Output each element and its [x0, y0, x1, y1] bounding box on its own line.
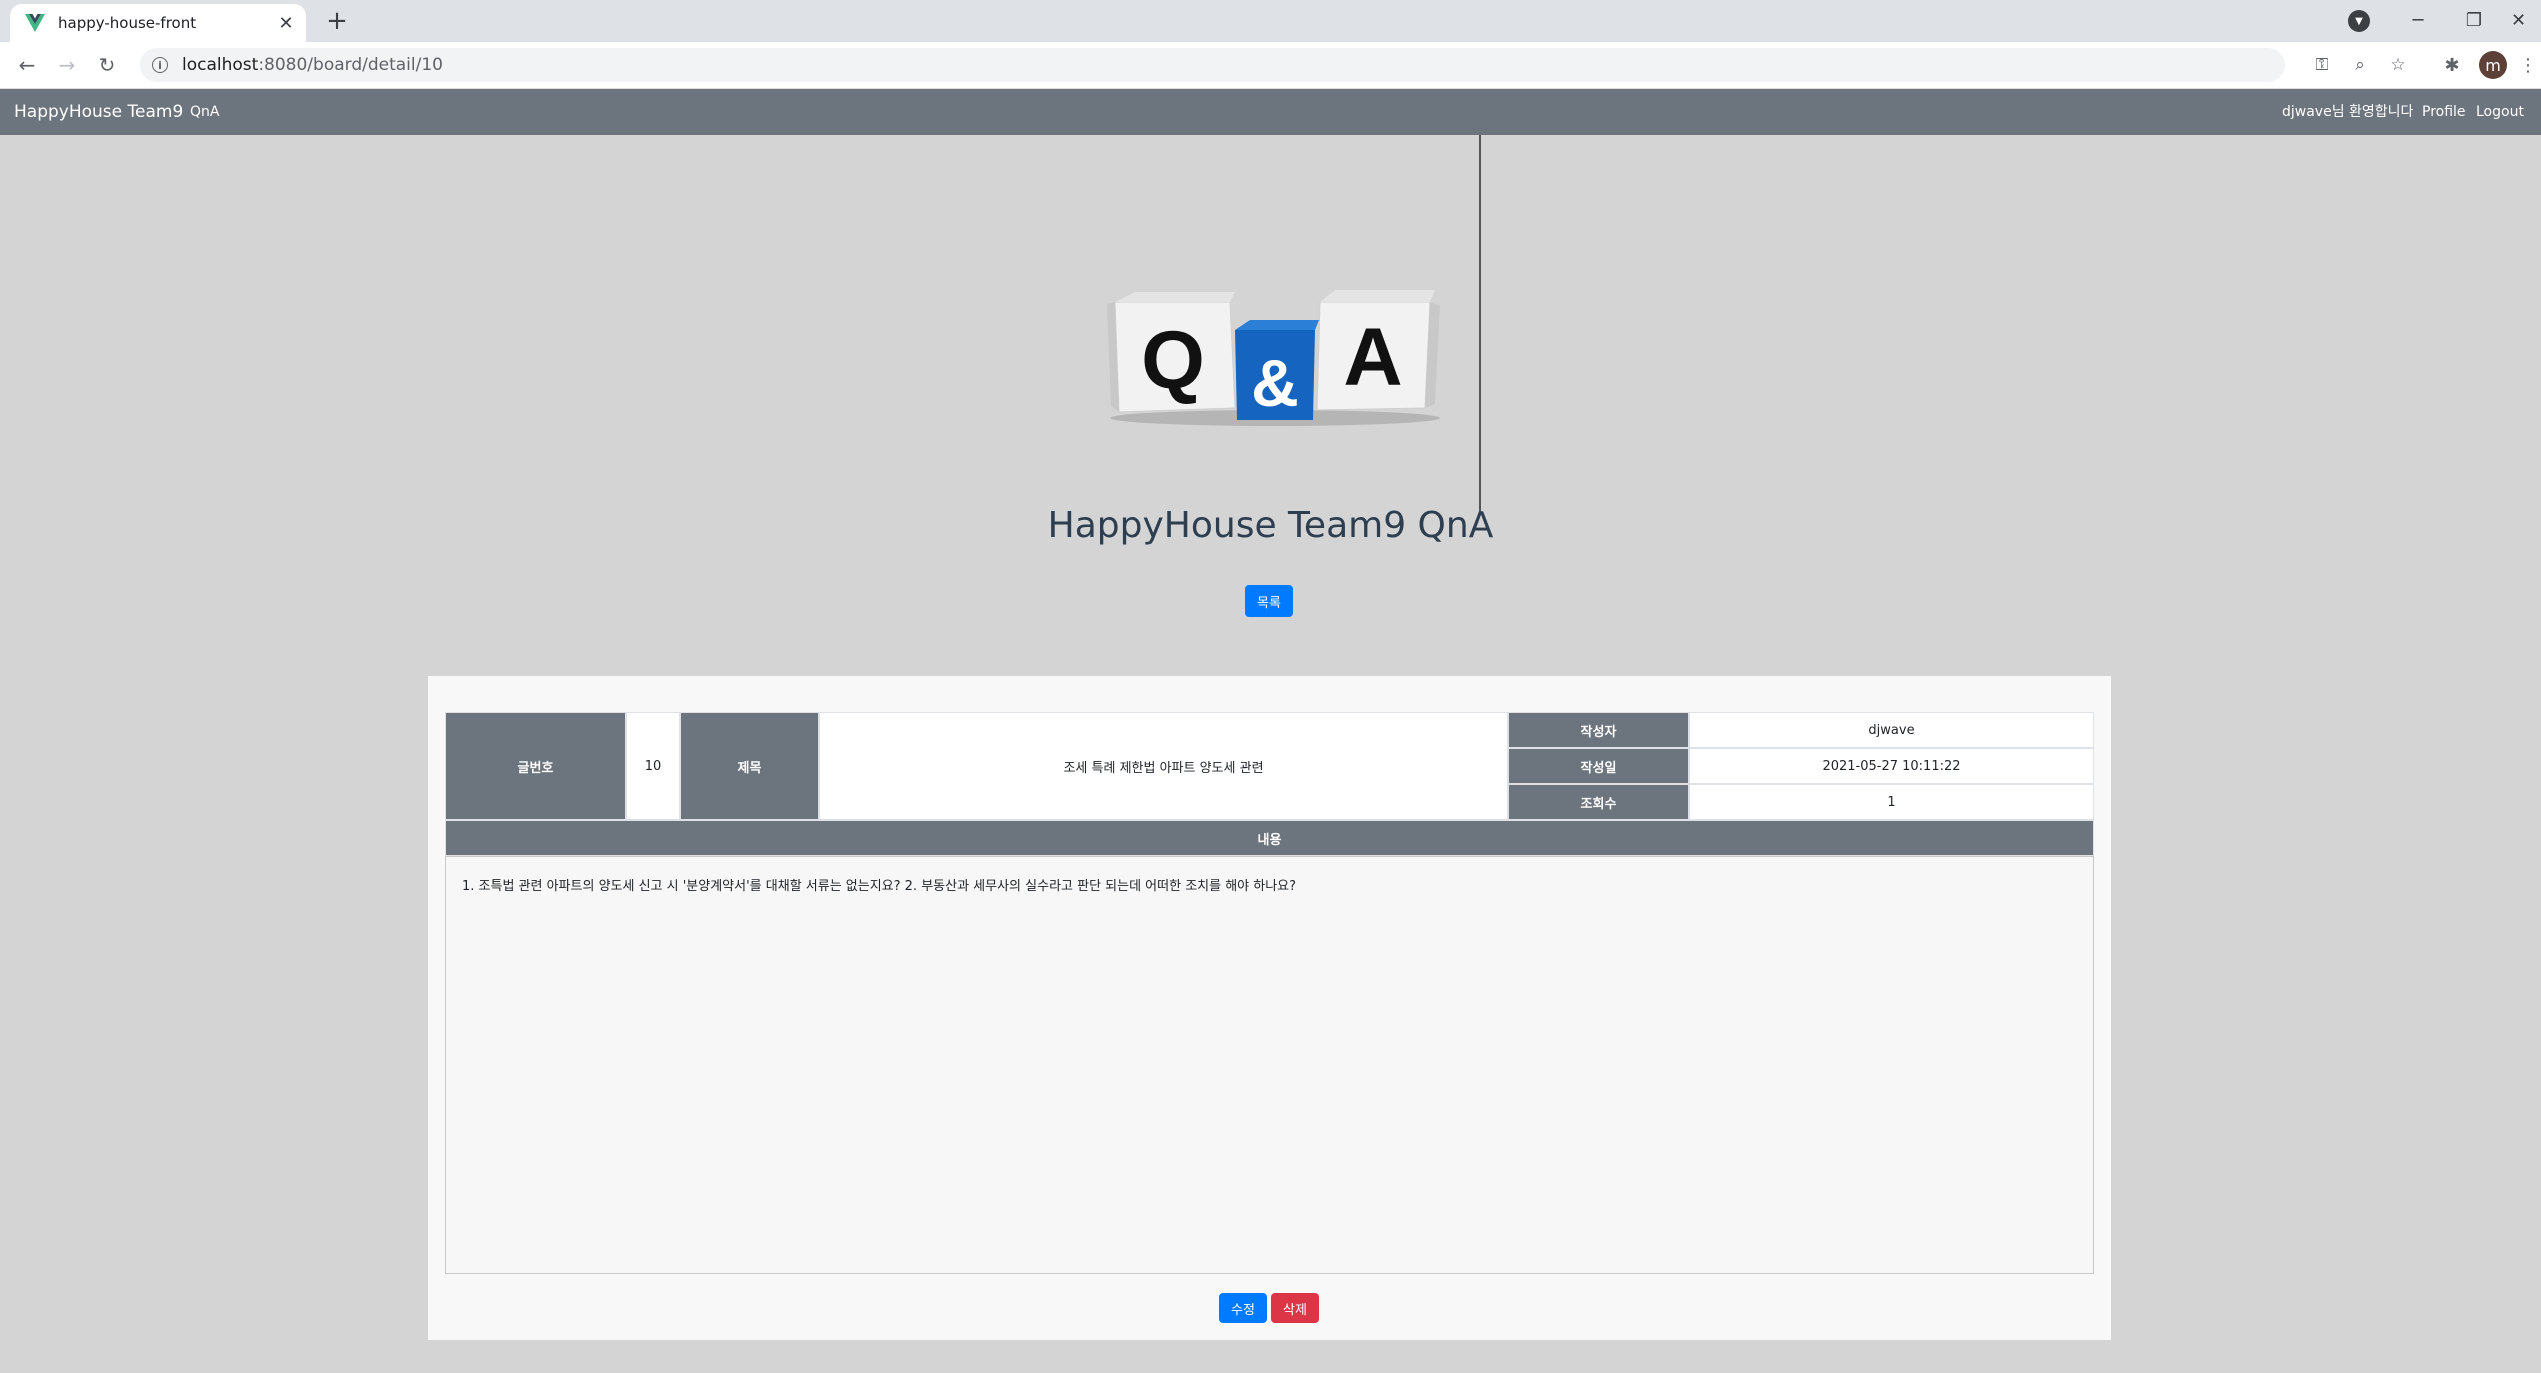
url-text: localhost:8080/board/detail/10 — [182, 55, 443, 75]
welcome-text: djwave님 환영합니다 — [2282, 104, 2414, 120]
svg-text:Q: Q — [1141, 315, 1205, 406]
reload-icon[interactable]: ↻ — [92, 50, 122, 80]
article-author: djwave — [1689, 712, 2094, 748]
label-content: 내용 — [445, 820, 2094, 856]
article-content: 1. 조특법 관련 아파트의 양도세 신고 시 '분양계약서'를 대채할 서류는… — [445, 856, 2094, 1274]
menu-icon[interactable]: ⋮ — [2518, 50, 2538, 80]
brand-link[interactable]: HappyHouse Team9 — [14, 89, 183, 135]
tab-title: happy-house-front — [58, 14, 197, 32]
svg-text:A: A — [1343, 312, 1402, 403]
edit-button[interactable]: 수정 — [1219, 1293, 1267, 1323]
app-navbar: HappyHouse Team9 QnA djwave님 환영합니다 Profi… — [0, 89, 2541, 135]
article-views: 1 — [1689, 784, 2094, 820]
label-date: 작성일 — [1508, 748, 1689, 784]
browser-toolbar: ← → ↻ i localhost:8080/board/detail/10 ⚿… — [0, 42, 2541, 89]
new-tab-icon[interactable]: + — [322, 6, 352, 36]
article-date: 2021-05-27 10:11:22 — [1689, 748, 2094, 784]
browser-tab[interactable]: happy-house-front ✕ — [10, 4, 306, 42]
article-no: 10 — [626, 712, 680, 820]
article-title: 조세 특례 제한법 아파트 양도세 관련 — [819, 712, 1508, 820]
list-button[interactable]: 목록 — [1245, 585, 1293, 617]
bookmark-star-icon[interactable]: ☆ — [2383, 48, 2413, 82]
browser-tab-bar: happy-house-front ✕ + ▼ ─ ❐ ✕ — [0, 0, 2541, 42]
profile-avatar[interactable]: m — [2479, 51, 2507, 79]
window-close-icon[interactable]: ✕ — [2496, 0, 2541, 40]
back-icon[interactable]: ← — [12, 50, 42, 80]
key-icon[interactable]: ⚿ — [2307, 48, 2337, 82]
minimize-icon[interactable]: ─ — [2390, 0, 2446, 40]
page-title: HappyHouse Team9 QnA — [1047, 505, 1494, 546]
restore-icon[interactable]: ❐ — [2446, 0, 2502, 40]
label-views: 조회수 — [1508, 784, 1689, 820]
tab-search-icon[interactable]: ▼ — [2348, 10, 2370, 32]
label-author: 작성자 — [1508, 712, 1689, 748]
delete-button[interactable]: 삭제 — [1271, 1293, 1319, 1323]
qna-dice-logo: Q A & — [1105, 280, 1445, 430]
info-icon[interactable]: i — [152, 57, 168, 73]
divider-line — [1479, 135, 1481, 515]
label-title: 제목 — [680, 712, 819, 820]
close-tab-icon[interactable]: ✕ — [272, 9, 300, 37]
nav-profile-link[interactable]: Profile — [2422, 89, 2466, 135]
extensions-icon[interactable]: ✱ — [2437, 50, 2467, 80]
nav-logout-link[interactable]: Logout — [2476, 89, 2524, 135]
zoom-icon[interactable]: ⌕ — [2345, 48, 2375, 82]
vue-logo-icon — [24, 12, 46, 34]
nav-qna-link[interactable]: QnA — [190, 89, 219, 135]
svg-text:&: & — [1251, 346, 1299, 420]
forward-icon[interactable]: → — [52, 50, 82, 80]
address-bar[interactable]: i localhost:8080/board/detail/10 ⚿ ⌕ ☆ — [140, 48, 2406, 82]
label-no: 글번호 — [445, 712, 626, 820]
